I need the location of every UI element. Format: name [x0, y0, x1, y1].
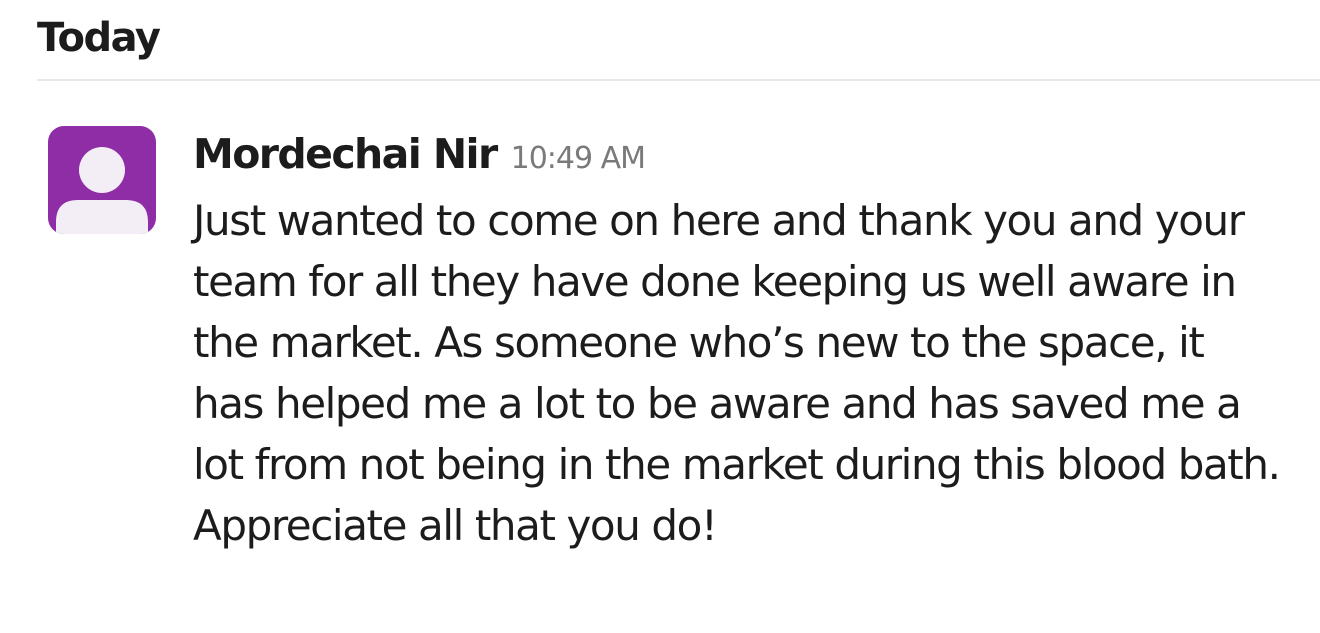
avatar[interactable] [48, 126, 156, 234]
message-meta: Mordechai Nir 10:49 AM [193, 126, 1293, 186]
message-text: Just wanted to come on here and thank yo… [193, 196, 1281, 550]
day-divider-line [37, 79, 1320, 81]
message-timestamp[interactable]: 10:49 AM [511, 141, 646, 176]
default-user-icon [56, 147, 148, 234]
message-content: Mordechai Nir 10:49 AM Just wanted to com… [193, 126, 1293, 556]
sender-name[interactable]: Mordechai Nir [193, 130, 498, 178]
day-divider-label: Today [37, 15, 161, 61]
